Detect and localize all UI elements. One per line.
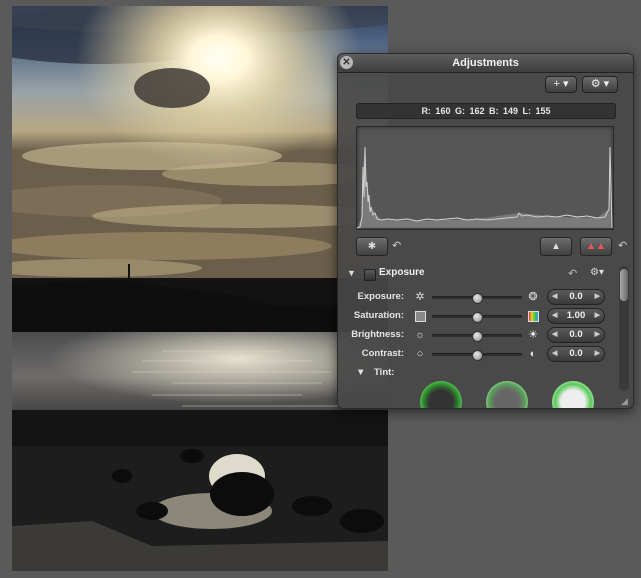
stepper-value[interactable]: 1.00	[567, 310, 586, 321]
stepper-value[interactable]: 0.0	[569, 329, 582, 340]
slider-knob[interactable]	[472, 312, 483, 323]
brightness-stepper[interactable]: ◀ 0.0 ▶	[547, 327, 605, 343]
readout-l: L: 155	[522, 106, 551, 116]
exposure-stepper[interactable]: ◀ 0.0 ▶	[547, 289, 605, 305]
exposure-enable-checkbox[interactable]	[364, 269, 376, 281]
add-adjustment-button[interactable]: + ▾	[545, 76, 577, 93]
saturated-swatch-icon	[528, 311, 539, 322]
tint-header[interactable]: ▼ Tint:	[356, 367, 394, 378]
aperture-icon: ✱	[367, 241, 377, 252]
decrement-icon[interactable]: ◀	[552, 309, 557, 323]
readout-g: G: 162	[454, 106, 485, 116]
half-circle-icon: ◐	[529, 348, 537, 360]
readout-b: B: 149	[489, 106, 519, 116]
undo-icon[interactable]: ↶	[392, 239, 401, 252]
contrast-stepper[interactable]: ◀ 0.0 ▶	[547, 346, 605, 362]
sun-bright-icon: ☀	[528, 329, 538, 341]
histogram	[356, 126, 614, 230]
slider-knob[interactable]	[472, 350, 483, 361]
disclosure-triangle-icon[interactable]: ▼	[347, 268, 356, 278]
aperture-bright-icon: ❂	[528, 291, 538, 303]
section-undo-icon[interactable]: ↶	[568, 267, 577, 280]
disclosure-triangle-icon[interactable]: ▼	[356, 367, 365, 378]
increment-icon[interactable]: ▶	[595, 347, 600, 361]
exposure-section-header[interactable]: ▼ Exposure ↶ ⚙▾	[338, 264, 618, 284]
scroll-thumb[interactable]	[620, 269, 628, 301]
tint-label: Tint:	[374, 367, 395, 378]
saturation-slider[interactable]	[432, 312, 522, 323]
tint-wheel-shadows[interactable]	[420, 381, 462, 408]
tint-wheel-midtones[interactable]	[486, 381, 528, 408]
brightness-row: Brightness: ☼ ☀ ◀ 0.0 ▶	[338, 326, 618, 344]
row-label: Brightness:	[351, 329, 404, 340]
increment-icon[interactable]: ▶	[595, 290, 600, 304]
auto-enhance-button[interactable]: ✱	[356, 237, 388, 256]
rgb-levels-button[interactable]: ▲▲	[580, 237, 612, 256]
exposure-row: Exposure: ✲ ❂ ◀ 0.0 ▶	[338, 288, 618, 306]
decrement-icon[interactable]: ◀	[552, 347, 557, 361]
decrement-icon[interactable]: ◀	[552, 290, 557, 304]
section-gear-icon[interactable]: ⚙▾	[590, 267, 604, 278]
saturation-row: Saturation: ◀ 1.00 ▶	[338, 307, 618, 325]
histogram-plot	[357, 146, 613, 229]
sun-dim-icon: ☼	[414, 329, 426, 341]
stepper-value[interactable]: 0.0	[569, 291, 582, 302]
contrast-slider[interactable]	[432, 350, 522, 361]
undo-levels-icon[interactable]: ↶	[618, 239, 627, 252]
saturation-stepper[interactable]: ◀ 1.00 ▶	[547, 308, 605, 324]
tint-wheel-highlights[interactable]	[552, 381, 594, 408]
resize-grip-icon[interactable]: ◢	[621, 396, 631, 406]
desaturated-swatch-icon	[415, 311, 426, 322]
stepper-value[interactable]: 0.0	[569, 348, 582, 359]
readout-r: R: 160	[421, 106, 451, 116]
contrast-row: Contrast: ○ ◐ ◀ 0.0 ▶	[338, 345, 618, 363]
row-label: Saturation:	[353, 310, 404, 321]
section-title: Exposure	[379, 267, 425, 278]
aperture-icon: ✲	[415, 291, 425, 303]
photo-viewer[interactable]	[12, 6, 388, 571]
coastal-sunset-photo	[12, 6, 388, 571]
decrement-icon[interactable]: ◀	[552, 328, 557, 342]
hud-gear-button[interactable]: ⚙ ▾	[582, 76, 618, 93]
row-label: Exposure:	[357, 291, 404, 302]
slider-knob[interactable]	[472, 293, 483, 304]
exposure-slider[interactable]	[432, 293, 522, 304]
brightness-slider[interactable]	[432, 331, 522, 342]
slider-knob[interactable]	[472, 331, 483, 342]
hud-scrollbar[interactable]	[619, 266, 629, 391]
adjustments-hud: ✕ Adjustments + ▾ ⚙ ▾ R: 160 G: 162 B: 1…	[337, 53, 634, 409]
hud-title: Adjustments	[452, 57, 519, 69]
circle-outline-icon: ○	[416, 348, 424, 360]
rgbl-readout: R: 160 G: 162 B: 149 L: 155	[356, 103, 616, 119]
increment-icon[interactable]: ▶	[595, 328, 600, 342]
rgb-levels-icon: ▲▲	[586, 241, 606, 252]
auto-levels-button[interactable]: ▲	[540, 237, 572, 256]
hud-title-bar[interactable]: ✕ Adjustments	[338, 54, 633, 73]
increment-icon[interactable]: ▶	[595, 309, 600, 323]
close-icon[interactable]: ✕	[340, 56, 353, 69]
row-label: Contrast:	[361, 348, 404, 359]
luminance-levels-icon: ▲	[551, 241, 561, 252]
